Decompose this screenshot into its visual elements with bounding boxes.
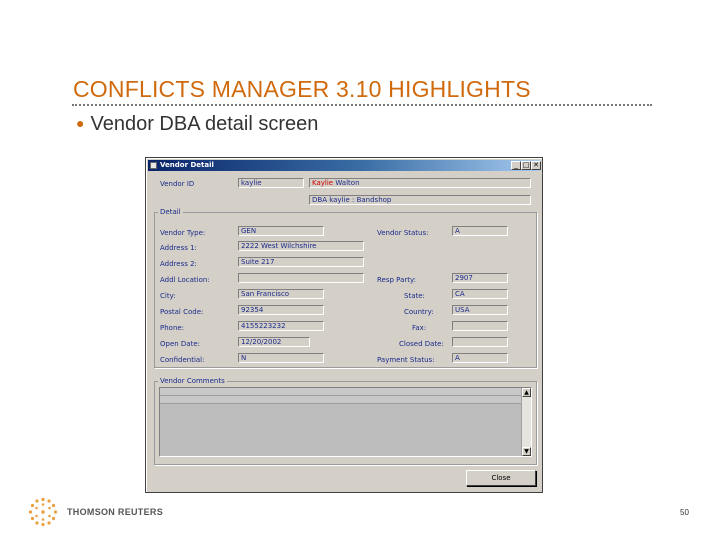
address2-label: Address 2: (160, 260, 197, 268)
confidential-label: Confidential: (160, 356, 205, 364)
app-icon (150, 162, 157, 169)
vendor-type-label: Vendor Type: (160, 229, 206, 237)
comments-group-title: Vendor Comments (158, 377, 227, 385)
fax-field[interactable] (452, 321, 508, 331)
grid-row[interactable] (160, 388, 531, 396)
vendor-id-label: Vendor ID (160, 180, 195, 188)
state-field[interactable]: CA (452, 289, 508, 299)
city-label: City: (160, 292, 176, 300)
dba-name-field[interactable]: DBA kaylie : Bandshop (309, 195, 531, 205)
window-title: Vendor Detail (160, 161, 214, 169)
city-field[interactable]: San Francisco (238, 289, 324, 299)
closed-date-label: Closed Date: (399, 340, 444, 348)
address1-label: Address 1: (160, 244, 197, 252)
addl-location-field[interactable] (238, 273, 364, 283)
bullet-text: Vendor DBA detail screen (90, 113, 319, 135)
detail-group-title: Detail (158, 208, 183, 216)
bullet-item: ● Vendor DBA detail screen (76, 113, 318, 136)
close-window-button[interactable]: ✕ (531, 161, 541, 170)
country-field[interactable]: USA (452, 305, 508, 315)
confidential-field[interactable]: N (238, 353, 324, 363)
close-button[interactable]: Close (466, 470, 536, 486)
phone-field[interactable]: 4155223232 (238, 321, 324, 331)
postal-code-field[interactable]: 92354 (238, 305, 324, 315)
scroll-up-icon[interactable]: ▲ (522, 388, 531, 397)
vendor-name-field[interactable]: Kaylie Walton (309, 178, 531, 188)
address2-field[interactable]: Suite 217 (238, 257, 364, 267)
comments-grid[interactable]: ▲ ▼ (159, 387, 532, 457)
vertical-scrollbar[interactable]: ▲ ▼ (521, 388, 531, 456)
thomson-reuters-logo-icon (28, 497, 58, 527)
closed-date-field[interactable] (452, 337, 508, 347)
country-label: Country: (404, 308, 434, 316)
state-label: State: (404, 292, 425, 300)
maximize-button[interactable]: □ (521, 161, 531, 170)
open-date-label: Open Date: (160, 340, 201, 348)
payment-status-label: Payment Status: (377, 356, 435, 364)
vendor-status-label: Vendor Status: (377, 229, 429, 237)
vendor-status-field[interactable]: A (452, 226, 508, 236)
address1-field[interactable]: 2222 West Wilchshire (238, 241, 364, 251)
vendor-name-rest: Walton (333, 179, 360, 187)
postal-code-label: Postal Code: (160, 308, 204, 316)
phone-label: Phone: (160, 324, 185, 332)
minimize-button[interactable]: _ (511, 161, 521, 170)
brand-name: THOMSON REUTERS (67, 507, 164, 517)
vendor-name-highlight: Kaylie (312, 179, 334, 187)
page-number: 50 (680, 508, 689, 517)
grid-row[interactable] (160, 396, 531, 404)
vendor-detail-window: Vendor Detail _ □ ✕ Vendor ID kaylie Kay… (145, 157, 543, 493)
slide-title: CONFLICTS MANAGER 3.10 HIGHLIGHTS (73, 76, 531, 102)
open-date-field[interactable]: 12/20/2002 (238, 337, 310, 347)
resp-party-label: Resp Party: (377, 276, 416, 284)
payment-status-field[interactable]: A (452, 353, 508, 363)
title-divider (72, 104, 652, 106)
vendor-id-field[interactable]: kaylie (238, 178, 304, 188)
scroll-down-icon[interactable]: ▼ (522, 447, 531, 456)
window-titlebar[interactable]: Vendor Detail _ □ ✕ (148, 160, 541, 171)
vendor-type-field[interactable]: GEN (238, 226, 324, 236)
addl-location-label: Addl Location: (160, 276, 210, 284)
resp-party-field[interactable]: 2907 (452, 273, 508, 283)
bullet-dot-icon: ● (76, 115, 85, 131)
fax-label: Fax: (412, 324, 427, 332)
